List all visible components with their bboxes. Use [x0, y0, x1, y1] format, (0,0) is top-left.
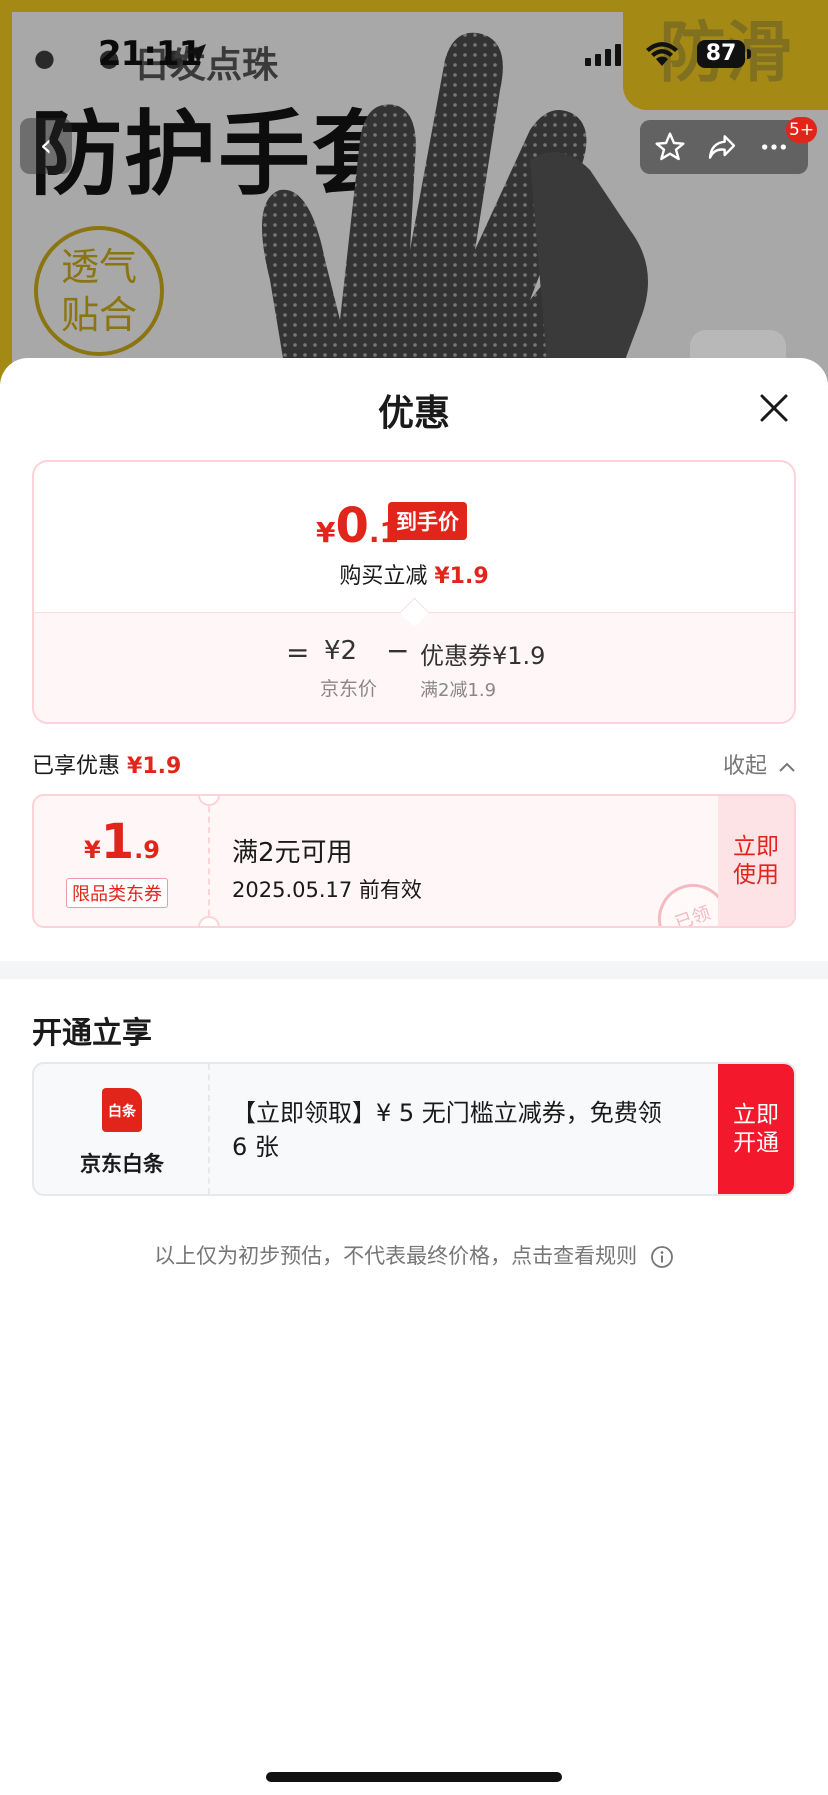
final-price-integer: 0 — [335, 498, 369, 554]
enjoyed-amount: ¥1.9 — [127, 754, 182, 779]
coupon-deduction: 优惠券¥1.9 — [420, 642, 546, 670]
activate-now-label: 立即开通 — [733, 1102, 779, 1156]
coupon-notch-bottom — [198, 916, 220, 926]
info-icon — [650, 1246, 673, 1268]
coupon-condition: 满2元可用 — [232, 838, 353, 868]
coupon-amount-section: ¥1.9 限品类东券 — [34, 796, 210, 926]
close-icon[interactable] — [756, 390, 792, 426]
battery-indicator: 87 — [697, 40, 751, 68]
disclaimer-text: 以上仅为初步预估，不代表最终价格，点击查看规则 — [154, 1244, 638, 1268]
enjoyed-label: 已享优惠 — [32, 754, 121, 779]
final-price-tag: 到手价 — [388, 502, 467, 540]
coupon-amount-decimal: .9 — [134, 836, 160, 864]
coupon-amount-integer: 1 — [100, 814, 135, 870]
price-summary-card: ¥0.1 到手价 购买立减 ¥1.9 = ¥2 京东价 − 优惠券¥1.9 满2… — [32, 460, 796, 724]
section-title: 开通立享 — [32, 1016, 152, 1051]
more-icon[interactable] — [758, 131, 790, 163]
baitiao-offer-card[interactable]: 白条 京东白条 【立即领取】¥ 5 无门槛立减券，免费领 6 张 立即开通 — [32, 1062, 796, 1196]
chevron-left-icon: ‹ — [39, 126, 53, 164]
location-arrow-icon — [186, 44, 206, 64]
section-divider — [0, 961, 828, 979]
final-price: ¥0.1 — [316, 498, 399, 554]
minus-sign: − — [386, 634, 410, 667]
price-breakdown — [34, 612, 794, 722]
discount-sheet: 优惠 ¥0.1 到手价 购买立减 ¥1.9 = ¥2 京东价 − 优惠券¥1.9… — [0, 358, 828, 1795]
badge-line-2: 贴合 — [60, 293, 137, 337]
activate-now-button[interactable]: 立即开通 — [718, 1064, 794, 1194]
star-icon[interactable] — [654, 131, 686, 163]
back-button[interactable]: ‹ — [20, 118, 72, 174]
top-action-bar — [640, 120, 808, 174]
coupon-type-badge: 限品类东券 — [66, 878, 168, 908]
final-price-currency: ¥ — [316, 516, 336, 549]
baitiao-description: 【立即领取】¥ 5 无门槛立减券，免费领 6 张 — [232, 1099, 662, 1161]
coupon-valid-until: 2025.05.17 前有效 — [232, 878, 422, 902]
coupon-amount: ¥1.9 — [34, 814, 210, 870]
home-indicator[interactable] — [266, 1772, 562, 1782]
reduction-label: 购买立减 — [339, 564, 428, 589]
chevron-up-icon — [779, 762, 795, 772]
baitiao-brand-section: 白条 京东白条 — [34, 1064, 210, 1194]
status-bar: 21:11 87 — [0, 0, 828, 110]
coupon-deduction-condition: 满2减1.9 — [420, 680, 497, 701]
jd-price-value: ¥2 — [324, 636, 358, 666]
enjoyed-discount: 已享优惠 ¥1.9 — [32, 748, 181, 780]
wifi-icon — [646, 42, 678, 66]
use-now-button[interactable]: 立即使用 — [718, 796, 794, 926]
jd-price-label: 京东价 — [320, 678, 378, 700]
cellular-signal-icon — [585, 44, 621, 66]
collapse-label: 收起 — [722, 754, 767, 779]
equals-sign: = — [286, 636, 310, 669]
use-now-label: 立即使用 — [733, 834, 779, 888]
feature-badge: 透气 贴合 — [34, 226, 164, 356]
notification-badge: 5+ — [786, 117, 818, 143]
coupon-currency: ¥ — [84, 836, 101, 864]
collapse-button[interactable]: 收起 — [723, 748, 796, 780]
baitiao-logo-icon: 白条 — [102, 1088, 142, 1132]
share-icon[interactable] — [706, 131, 738, 163]
reduction-amount: ¥1.9 — [434, 564, 489, 589]
badge-line-1: 透气 — [60, 245, 137, 289]
price-disclaimer[interactable]: 以上仅为初步预估，不代表最终价格，点击查看规则 — [0, 1240, 828, 1270]
instant-reduction: 购买立减 ¥1.9 — [34, 558, 794, 590]
sheet-title: 优惠 — [377, 393, 450, 434]
baitiao-name: 京东白条 — [80, 1152, 164, 1176]
coupon-card: ¥1.9 限品类东券 满2元可用 2025.05.17 前有效 已领 立即使用 — [32, 794, 796, 928]
